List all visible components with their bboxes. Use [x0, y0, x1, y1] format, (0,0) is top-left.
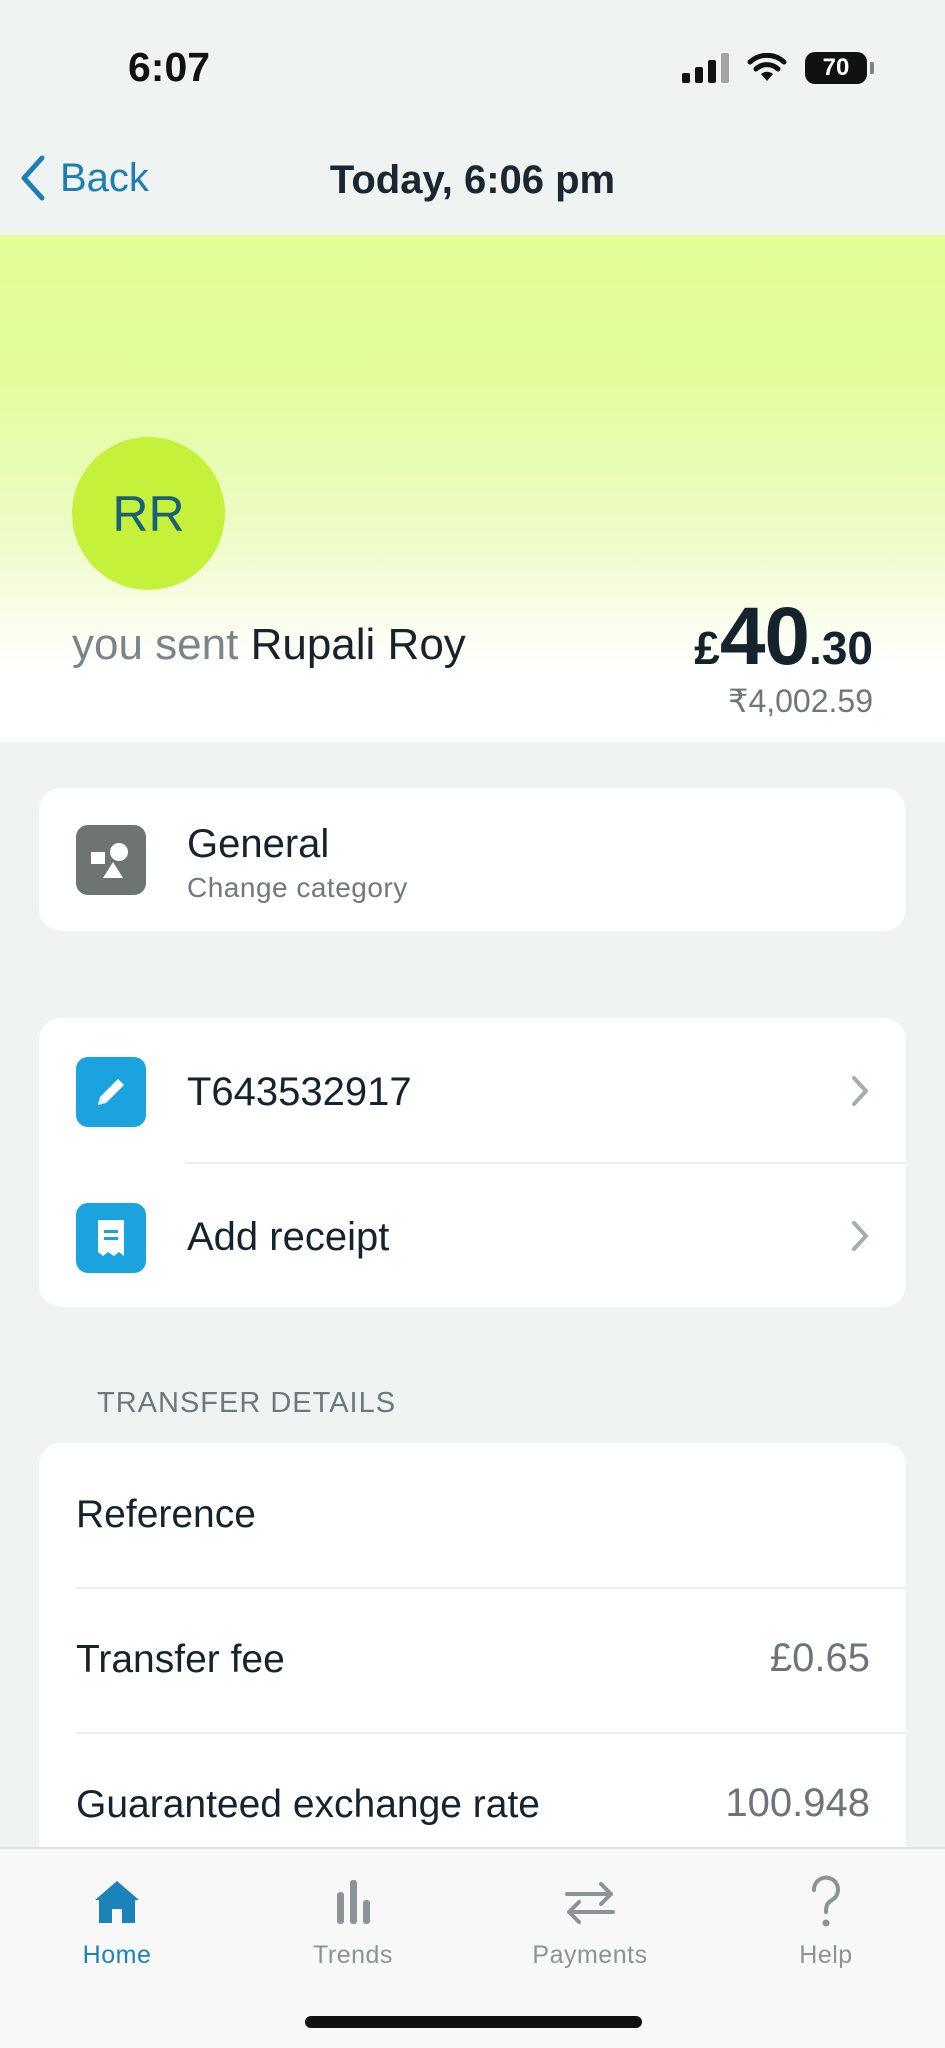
bar-chart-icon [263, 1869, 443, 1935]
nav-bar: Back Today, 6:06 pm [0, 130, 945, 235]
status-bar: 6:07 70 [0, 0, 945, 130]
category-subtitle: Change category [187, 872, 408, 903]
tab-home[interactable]: Home [27, 1869, 207, 1970]
battery-icon: 70 [805, 52, 874, 84]
tab-help[interactable]: Help [736, 1869, 916, 1970]
page-title: Today, 6:06 pm [329, 158, 616, 202]
tab-label: Help [799, 1941, 853, 1969]
chevron-right-icon [852, 1221, 868, 1251]
transfer-arrows-icon [500, 1869, 680, 1935]
amount-currency: £ [694, 622, 720, 674]
recipient-name: Rupali Roy [250, 620, 466, 669]
converted-amount: ₹4,002.59 [728, 683, 873, 719]
amount-whole: 40 [719, 591, 810, 682]
status-icons: 70 [682, 52, 874, 84]
sent-amount: £ 40 .30 [694, 590, 873, 684]
detail-value: 100.948 [725, 1781, 870, 1825]
detail-value: £0.65 [769, 1636, 870, 1680]
notes-row[interactable]: T643532917 [39, 1018, 906, 1163]
add-receipt-label: Add receipt [187, 1215, 390, 1259]
detail-label: Transfer fee [76, 1638, 285, 1681]
cellular-signal-icon [682, 53, 729, 83]
tab-label: Trends [313, 1941, 393, 1969]
tab-payments[interactable]: Payments [500, 1869, 680, 1970]
avatar-initials: RR [112, 485, 185, 542]
wifi-icon [747, 53, 787, 81]
status-time: 6:07 [128, 44, 211, 90]
category-card[interactable]: General Change category [39, 788, 906, 931]
home-indicator [305, 2016, 642, 2028]
transfer-details-card: Reference Transfer fee £0.65 Guaranteed … [39, 1443, 906, 1883]
add-receipt-row[interactable]: Add receipt [39, 1163, 906, 1307]
battery-level: 70 [822, 54, 850, 81]
category-title: General [187, 822, 330, 866]
receipt-icon [76, 1203, 146, 1273]
home-icon [27, 1869, 207, 1935]
sent-prefix: you sent [72, 620, 239, 669]
pencil-icon [76, 1057, 146, 1127]
tab-label: Home [82, 1941, 152, 1969]
detail-label: Guaranteed exchange rate [76, 1783, 541, 1826]
actions-card: T643532917 Add receipt [39, 1018, 906, 1307]
notes-label: T643532917 [187, 1070, 412, 1114]
sent-description: you sent Rupali Roy [72, 620, 466, 670]
transfer-details-heading: TRANSFER DETAILS [97, 1387, 397, 1419]
tab-trends[interactable]: Trends [263, 1869, 443, 1970]
tab-label: Payments [532, 1941, 648, 1969]
recipient-avatar[interactable]: RR [72, 437, 225, 590]
reference-row: Reference [39, 1443, 906, 1588]
transfer-fee-row: Transfer fee £0.65 [39, 1588, 906, 1733]
transaction-hero: RR you sent Rupali Roy £ 40 .30 ₹4,002.5… [0, 235, 945, 742]
amount-decimal: .30 [809, 622, 873, 674]
category-shapes-icon [76, 825, 146, 895]
question-icon [736, 1869, 916, 1935]
chevron-right-icon [852, 1076, 868, 1106]
detail-label: Reference [76, 1493, 256, 1536]
